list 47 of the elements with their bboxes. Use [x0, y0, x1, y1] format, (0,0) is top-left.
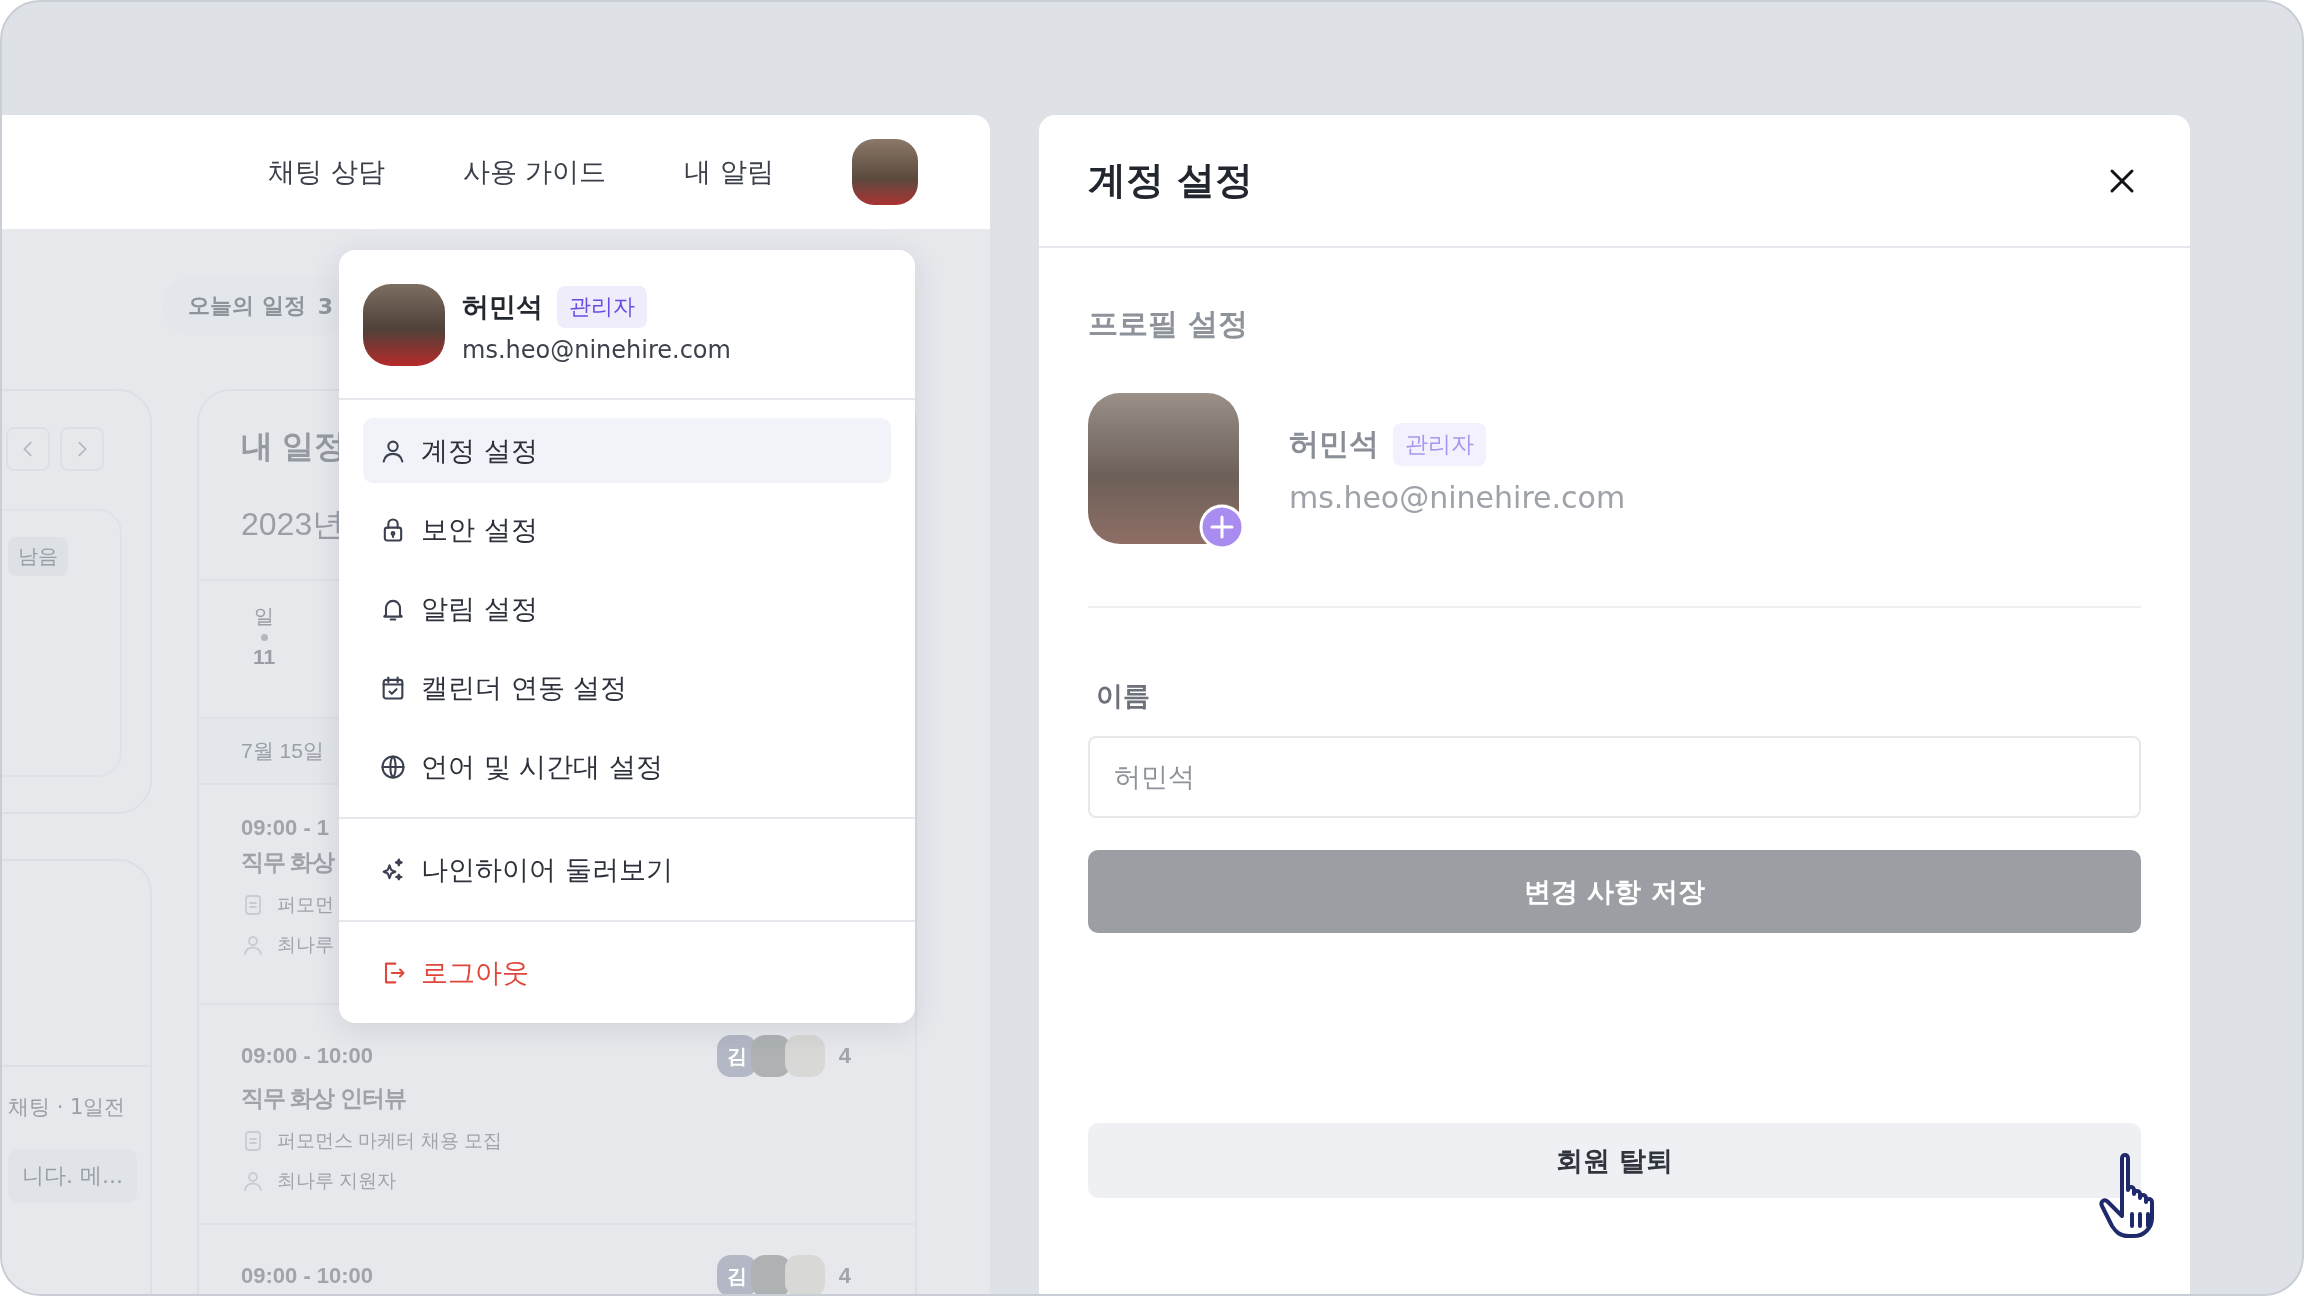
user-name: 허민석: [1289, 424, 1379, 463]
applicant-name: 최나루 지원자: [277, 1169, 397, 1193]
nav-link[interactable]: 내 알림: [684, 154, 774, 190]
year-label: 2023년: [241, 506, 345, 542]
job-posting: 퍼모먼: [277, 893, 334, 917]
date-header: 7월 15일: [241, 739, 324, 762]
participant-count: 4: [838, 1043, 851, 1069]
menu-item[interactable]: 언어 및 시간대 설정: [363, 734, 891, 799]
person-icon: [241, 1169, 265, 1193]
nav-link[interactable]: 사용 가이드: [462, 154, 607, 190]
menu-item[interactable]: 계정 설정: [363, 418, 891, 483]
applicant-name: 최나루: [277, 933, 334, 957]
weekday-label: 일: [254, 604, 274, 629]
avatar-photo[interactable]: [852, 139, 918, 205]
participant-count: 4: [838, 1263, 851, 1289]
event-time: 09:00 - 1: [241, 815, 330, 841]
chat-meta: 채팅 · 1일전: [7, 1094, 127, 1121]
avatar-photo: [784, 1255, 825, 1294]
chip-label: 오늘의 일정: [188, 292, 306, 320]
person-icon: [241, 933, 265, 957]
role-badge: 관리자: [557, 286, 647, 328]
role-badge: 관리자: [1393, 422, 1486, 466]
globe-icon: [379, 752, 407, 781]
avatar-photo: [784, 1035, 825, 1077]
message-preview: 니다. 메...: [8, 1149, 137, 1203]
event-time: 09:00 - 10:00: [241, 1043, 374, 1069]
user-email: ms.heo@ninehire.com: [462, 336, 731, 364]
event-dot: [260, 634, 268, 641]
add-photo-icon[interactable]: [1199, 504, 1245, 550]
status-tag: 남음: [8, 537, 68, 576]
field-label: 이름: [1096, 679, 1151, 713]
menu-item[interactable]: 캘린더 연동 설정: [363, 655, 891, 720]
withdraw-button[interactable]: 회원 탈퇴: [1088, 1123, 2141, 1198]
chip-count: 3: [317, 293, 333, 319]
menu-item[interactable]: 로그아웃: [363, 940, 891, 1005]
job-posting: 퍼모먼스 마케터 채용 모집: [277, 1129, 502, 1153]
user-email: ms.heo@ninehire.com: [1289, 479, 1626, 515]
section-title: 프로필 설정: [1088, 305, 1250, 343]
user-name: 허민석: [462, 290, 543, 324]
event-time: 09:00 - 10:00: [241, 1263, 374, 1289]
event-title: 직무 화상: [241, 849, 335, 875]
menu-item[interactable]: 나인하이어 둘러보기: [363, 837, 891, 902]
event-title: 직무 화상 인터뷰: [241, 1085, 406, 1111]
nav-link[interactable]: 채팅 상담: [268, 154, 385, 190]
menu-item[interactable]: 알림 설정: [363, 576, 891, 641]
panel-title: 계정 설정: [1088, 157, 1254, 204]
menu-item[interactable]: 보안 설정: [363, 497, 891, 562]
